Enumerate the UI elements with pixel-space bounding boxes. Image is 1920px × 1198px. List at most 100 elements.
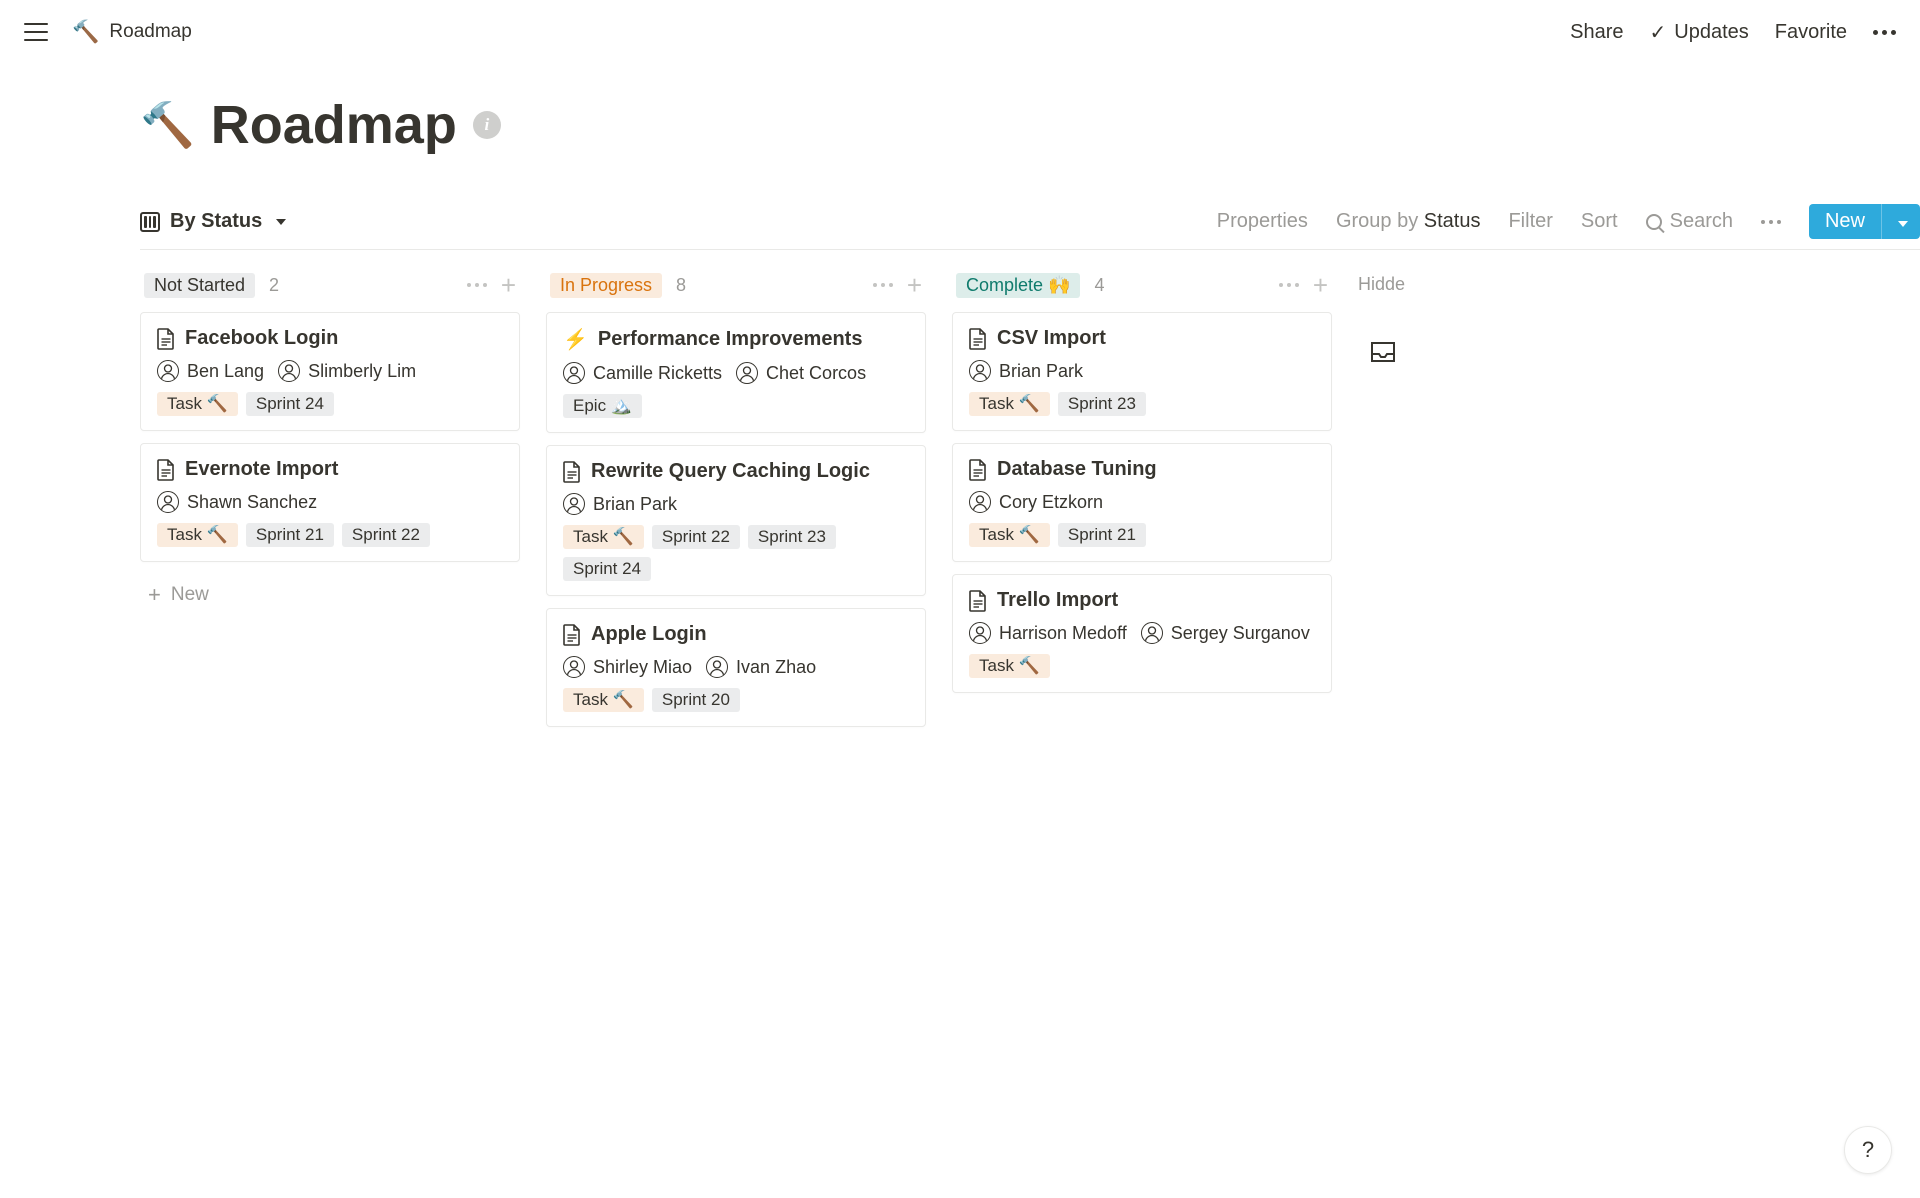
card-person: Ben Lang (157, 360, 264, 382)
page-icon (563, 461, 581, 483)
person-name: Camille Ricketts (593, 363, 722, 384)
avatar (563, 493, 585, 515)
card-person: Brian Park (563, 493, 677, 515)
column-add-button[interactable]: + (907, 272, 922, 298)
person-name: Brian Park (593, 494, 677, 515)
card-person: Shawn Sanchez (157, 491, 317, 513)
breadcrumb[interactable]: 🔨 Roadmap (72, 19, 192, 45)
group-by-button[interactable]: Group by Status (1336, 210, 1481, 233)
card-person: Ivan Zhao (706, 656, 816, 678)
avatar (157, 491, 179, 513)
info-icon[interactable]: i (473, 111, 501, 139)
help-button[interactable]: ? (1844, 1126, 1892, 1174)
avatar (278, 360, 300, 382)
board-card[interactable]: Evernote Import Shawn Sanchez Task 🔨 Sprint… (140, 443, 520, 562)
search-button[interactable]: Search (1646, 210, 1733, 233)
card-title: Evernote Import (185, 458, 338, 481)
card-title: Rewrite Query Caching Logic (591, 460, 870, 483)
person-name: Ivan Zhao (736, 657, 816, 678)
updates-button[interactable]: ✓ Updates (1649, 20, 1748, 45)
board-column: Complete 🙌4+CSV ImportBrian ParkTask 🔨Sp… (952, 272, 1332, 739)
column-header: In Progress 8 + (546, 272, 926, 298)
sort-button[interactable]: Sort (1581, 210, 1618, 233)
tag-task: Task 🔨 (969, 392, 1050, 416)
board-card[interactable]: ⚡Performance ImprovementsCamille Rickett… (546, 312, 926, 433)
bolt-icon: ⚡ (563, 327, 588, 352)
page-icon (563, 624, 581, 646)
tag-sprint: Sprint 22 (652, 525, 740, 549)
column-count: 2 (269, 275, 279, 296)
share-button[interactable]: Share (1570, 21, 1623, 44)
view-switcher[interactable]: By Status (140, 210, 286, 233)
person-name: Harrison Medoff (999, 623, 1127, 644)
tag-sprint: Sprint 24 (246, 392, 334, 416)
page-icon (969, 459, 987, 481)
card-person: Brian Park (969, 360, 1083, 382)
person-name: Sergey Surganov (1171, 623, 1310, 644)
column-title[interactable]: Complete 🙌 (956, 273, 1080, 298)
avatar (1141, 622, 1163, 644)
card-person: Slimberly Lim (278, 360, 416, 382)
column-more-icon[interactable] (873, 283, 893, 287)
page-hammer-icon: 🔨 (140, 99, 195, 151)
card-title: Database Tuning (997, 458, 1157, 481)
avatar (736, 362, 758, 384)
board-column: Not Started2+Facebook LoginBen LangSlimb… (140, 272, 520, 739)
toolbar-more-icon[interactable] (1761, 220, 1781, 224)
tag-task: Task 🔨 (157, 523, 238, 547)
tag-sprint: Sprint 22 (342, 523, 430, 547)
page-icon (157, 328, 175, 350)
hidden-columns-label[interactable]: Hidde (1358, 274, 1438, 295)
more-menu-icon[interactable] (1873, 30, 1896, 35)
column-title[interactable]: In Progress (550, 273, 662, 298)
page-title: Roadmap (211, 94, 457, 156)
person-name: Slimberly Lim (308, 361, 416, 382)
card-person: Shirley Miao (563, 656, 692, 678)
person-name: Brian Park (999, 361, 1083, 382)
board-card[interactable]: Rewrite Query Caching Logic Brian Park Tas… (546, 445, 926, 596)
tray-icon[interactable] (1370, 341, 1396, 363)
tag-sprint: Sprint 24 (563, 557, 651, 581)
new-button[interactable]: New (1809, 204, 1920, 239)
chevron-down-icon (1898, 221, 1908, 227)
person-name: Ben Lang (187, 361, 264, 382)
add-card-button[interactable]: +New (140, 574, 520, 616)
column-count: 8 (676, 275, 686, 296)
page-icon (969, 328, 987, 350)
properties-button[interactable]: Properties (1217, 210, 1308, 233)
tag-task: Task 🔨 (563, 525, 644, 549)
filter-button[interactable]: Filter (1508, 210, 1552, 233)
tag-task: Task 🔨 (563, 688, 644, 712)
column-add-button[interactable]: + (501, 272, 516, 298)
column-title[interactable]: Not Started (144, 273, 255, 298)
search-icon (1646, 214, 1662, 230)
tag-sprint: Sprint 23 (748, 525, 836, 549)
plus-icon: + (148, 584, 161, 606)
board-card[interactable]: Database TuningCory EtzkornTask 🔨Sprint … (952, 443, 1332, 562)
card-title: Trello Import (997, 589, 1118, 612)
tag-task: Task 🔨 (969, 523, 1050, 547)
menu-icon[interactable] (24, 23, 48, 41)
column-add-button[interactable]: + (1313, 272, 1328, 298)
board-card[interactable]: Facebook LoginBen LangSlimberly LimTask … (140, 312, 520, 431)
chevron-down-icon (276, 219, 286, 225)
avatar (157, 360, 179, 382)
page-icon (969, 590, 987, 612)
tag-sprint: Sprint 21 (1058, 523, 1146, 547)
board-card[interactable]: Trello Import Harrison Medoff Sergey Surga… (952, 574, 1332, 693)
checkmark-icon: ✓ (1649, 20, 1666, 45)
card-title: Apple Login (591, 623, 707, 646)
card-person: Chet Corcos (736, 362, 866, 384)
board-view-icon (140, 212, 160, 232)
card-person: Camille Ricketts (563, 362, 722, 384)
board-card[interactable]: CSV ImportBrian ParkTask 🔨Sprint 23 (952, 312, 1332, 431)
column-more-icon[interactable] (1279, 283, 1299, 287)
favorite-button[interactable]: Favorite (1775, 21, 1847, 44)
tag-sprint: Sprint 20 (652, 688, 740, 712)
card-person: Sergey Surganov (1141, 622, 1310, 644)
board-card[interactable]: Apple Login Shirley Miao Ivan Zhao Task 🔨 Sp… (546, 608, 926, 727)
column-more-icon[interactable] (467, 283, 487, 287)
page-icon (157, 459, 175, 481)
new-dropdown[interactable] (1881, 204, 1920, 239)
avatar (563, 656, 585, 678)
